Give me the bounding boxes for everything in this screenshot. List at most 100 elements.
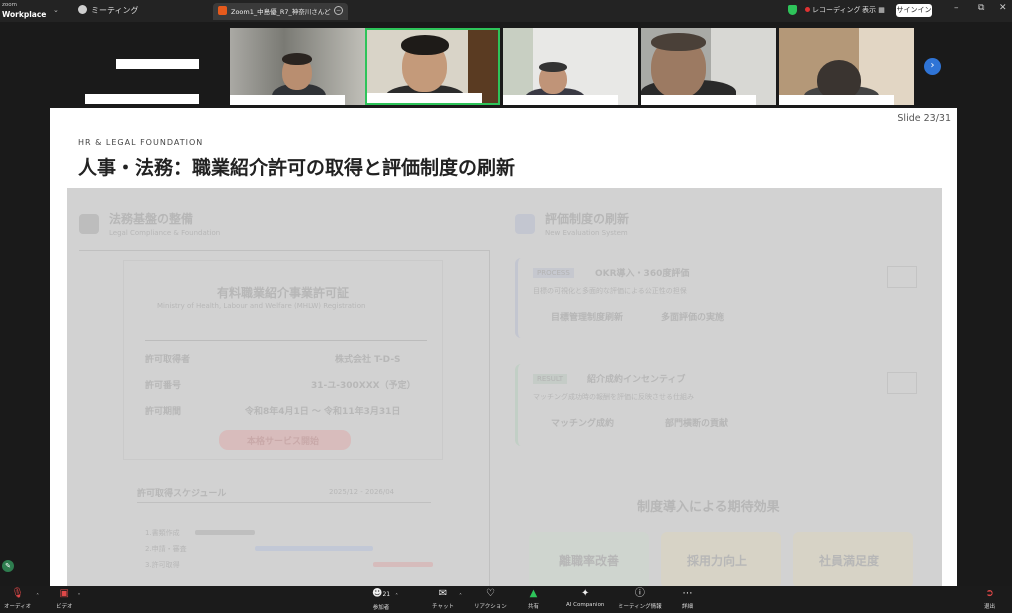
info-icon: ⓘ — [634, 588, 645, 599]
row-label: 許可番号 — [145, 381, 182, 391]
process-badge: PROCESS — [533, 268, 574, 278]
slide-number: Slide 23/31 — [897, 113, 951, 124]
participant-name-bar — [779, 95, 894, 105]
column-divider — [489, 250, 490, 586]
participant-name-bar — [503, 95, 618, 105]
participant-name-bar — [641, 95, 756, 105]
process-item: 目標管理制度刷新 — [551, 313, 624, 323]
license-subtitle: Ministry of Health, Labour and Welfare (… — [157, 302, 366, 310]
result-card — [515, 364, 927, 446]
divider — [79, 250, 489, 251]
chat-icon: ✉ — [438, 588, 448, 599]
chevron-up-icon[interactable]: ˄ — [36, 593, 39, 600]
result-title: 紹介成約インセンティブ — [587, 375, 686, 385]
video-tile-active-speaker[interactable] — [365, 28, 500, 105]
process-item: 多面評価の実施 — [661, 313, 725, 323]
title-bar: zoom Workplace ⌄ ミーティング Zoom1_中島優_R7_神奈川… — [0, 0, 1012, 22]
schedule-row-label: 3.許可取得 — [145, 561, 180, 569]
next-page-button[interactable]: › — [924, 58, 941, 75]
share-button[interactable]: ▲ 共有 — [528, 588, 539, 610]
gantt-bar — [195, 530, 255, 535]
meeting-info-button[interactable]: ⓘ ミーティング情報 — [618, 588, 662, 610]
schedule-range: 2025/12 - 2026/04 — [329, 488, 395, 496]
right-subheading: New Evaluation System — [545, 229, 628, 237]
app-brand: zoom Workplace — [2, 2, 47, 19]
meeting-tab[interactable]: ミーティング — [78, 5, 139, 16]
paw-icon — [78, 5, 87, 14]
row-value: 株式会社 T-D-S — [335, 355, 401, 365]
minimize-icon[interactable]: – — [954, 3, 959, 13]
maximize-icon[interactable]: ⧉ — [978, 3, 984, 13]
process-card — [515, 258, 927, 338]
camera-off-icon: ▣ — [59, 588, 69, 599]
result-chip — [887, 372, 917, 394]
divider — [145, 340, 427, 341]
gantt-bar — [255, 546, 373, 551]
row-label: 許可取得者 — [145, 355, 191, 365]
video-button[interactable]: ▣ ビデオ ˄ — [56, 588, 81, 610]
reactions-button[interactable]: ♡ リアクション — [474, 588, 507, 610]
leave-icon: ➲ — [985, 588, 994, 599]
view-button[interactable]: 表示 ▦ — [862, 5, 885, 15]
video-tile[interactable] — [503, 28, 638, 105]
divider — [137, 502, 431, 503]
effect-label: 離職率改善 — [559, 554, 620, 568]
video-tile[interactable] — [641, 28, 776, 105]
leave-button[interactable]: ➲ 退出 — [984, 588, 995, 610]
row-value: 令和8年4月1日 ～ 令和11年3月31日 — [245, 407, 401, 417]
result-item: 部門横断の貢献 — [665, 419, 729, 429]
effect-label: 採用力向上 — [687, 554, 748, 568]
more-icon: ⋯ — [682, 588, 693, 599]
result-badge: RESULT — [533, 374, 568, 384]
pill-label: 本格サービス開始 — [247, 437, 320, 447]
slide-title: 人事・法務：職業紹介許可の取得と評価制度の刷新 — [78, 157, 516, 179]
sign-in-button[interactable]: サインイン — [896, 4, 932, 17]
zoom-doc-icon — [218, 6, 227, 15]
evaluation-icon — [515, 214, 535, 234]
process-title: OKR導入・360度評価 — [595, 269, 690, 279]
shared-slide: Slide 23/31 HR & LEGAL FOUNDATION 人事・法務：… — [50, 108, 957, 586]
audio-button[interactable]: 🎙 オーディオ ˄ — [4, 588, 39, 610]
effects-title: 制度導入による期待効果 — [637, 500, 780, 515]
slide-content-faded: 法務基盤の整備 Legal Compliance & Foundation 有料… — [67, 188, 942, 586]
document-icon — [79, 214, 99, 234]
participant-name-bar — [85, 94, 199, 104]
chevron-up-icon[interactable]: ˄ — [459, 593, 462, 600]
ai-companion-button[interactable]: ✦ AI Companion — [566, 588, 604, 608]
effect-label: 社員満足度 — [819, 554, 880, 568]
participants-button[interactable]: ☻21 参加者 ˄ — [372, 588, 398, 611]
participant-name-bar — [367, 93, 482, 103]
participants-icon: ☻21 — [372, 588, 391, 599]
right-heading: 評価制度の刷新 — [545, 212, 630, 226]
left-heading: 法務基盤の整備 — [109, 212, 194, 226]
more-button[interactable]: ⋯ 詳細 — [682, 588, 693, 610]
share-icon: ▲ — [529, 588, 538, 599]
shield-icon[interactable] — [788, 5, 797, 15]
slide-overline: HR & LEGAL FOUNDATION — [78, 138, 204, 147]
row-value: 31-ユ-300XXX（予定） — [311, 381, 416, 391]
video-tile[interactable] — [779, 28, 914, 105]
chevron-up-icon[interactable]: ˄ — [78, 593, 81, 600]
mic-muted-icon: 🎙 — [11, 588, 24, 599]
sparkle-icon: ✦ — [581, 588, 590, 599]
chat-button[interactable]: ✉ チャット ˄ — [432, 588, 462, 610]
recording-indicator[interactable]: レコーディング — [805, 5, 861, 15]
gantt-bar — [373, 562, 433, 567]
video-tile[interactable] — [230, 28, 365, 105]
result-description: マッチング成功時の報酬を評価に反映させる仕組み — [533, 393, 694, 401]
schedule-title: 許可取得スケジュール — [137, 489, 227, 499]
participant-name-bar — [230, 95, 345, 105]
schedule-row-label: 2.申請・審査 — [145, 545, 187, 553]
close-window-icon[interactable]: ✕ — [999, 3, 1007, 13]
chevron-down-icon[interactable]: ⌄ — [53, 6, 59, 14]
record-dot-icon — [805, 7, 810, 12]
license-title: 有料職業紹介事業許可証 — [217, 286, 350, 300]
annotate-icon[interactable]: ✎ — [2, 560, 14, 572]
result-item: マッチング成約 — [551, 419, 615, 429]
close-tab-icon[interactable]: − — [334, 6, 343, 15]
process-description: 目標の可視化と多面的な評価による公正性の担保 — [533, 287, 687, 295]
row-label: 許可期間 — [145, 407, 182, 417]
schedule-row-label: 1.書類作成 — [145, 529, 180, 537]
chevron-up-icon[interactable]: ˄ — [395, 593, 398, 600]
document-tab[interactable]: Zoom1_中島優_R7_神奈川さんど − — [213, 3, 348, 20]
